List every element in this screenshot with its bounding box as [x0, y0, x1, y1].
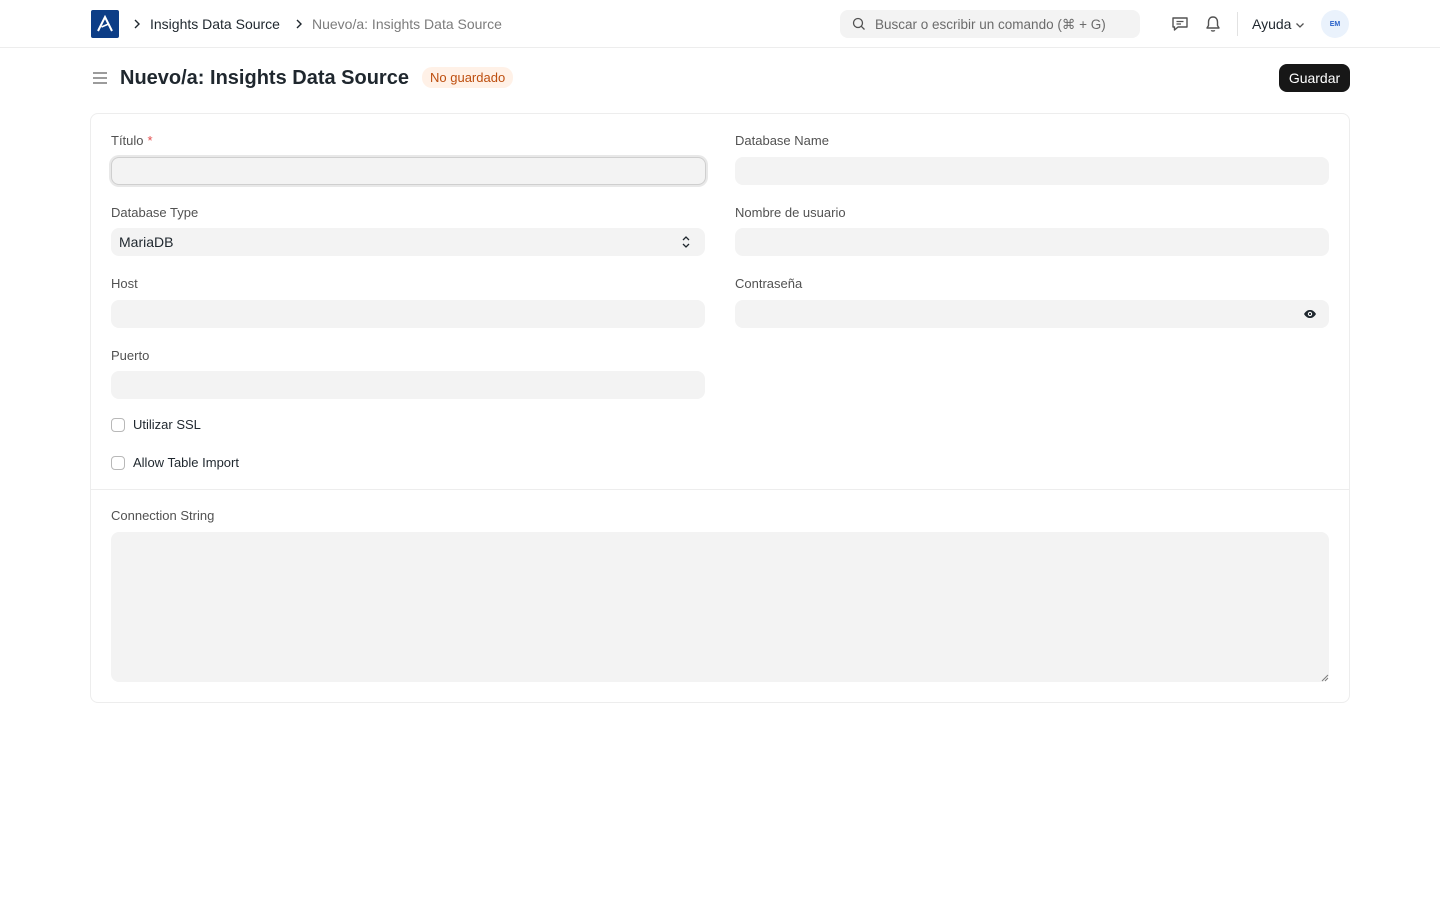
- connection-string-textarea[interactable]: [111, 532, 1329, 682]
- username-input[interactable]: [735, 228, 1329, 256]
- sidebar-toggle-icon[interactable]: [91, 70, 109, 86]
- save-button[interactable]: Guardar: [1279, 64, 1350, 92]
- search-icon: [852, 17, 865, 30]
- section-divider: [91, 489, 1349, 490]
- navbar-divider: [1237, 12, 1238, 36]
- show-password-eye-icon[interactable]: [1303, 307, 1317, 321]
- chevron-down-icon: [1296, 23, 1304, 28]
- logo-icon: [97, 15, 113, 32]
- titulo-input[interactable]: [111, 157, 706, 185]
- database-type-label: Database Type: [111, 205, 199, 220]
- breadcrumb-insights-data-source[interactable]: Insights Data Source: [150, 15, 280, 33]
- host-label: Host: [111, 276, 138, 291]
- puerto-label: Puerto: [111, 348, 150, 363]
- use-ssl-checkbox[interactable]: [111, 418, 125, 432]
- puerto-input[interactable]: [111, 371, 705, 399]
- required-mark: *: [147, 133, 153, 148]
- status-badge: No guardado: [422, 67, 514, 88]
- breadcrumb-current: Nuevo/a: Insights Data Source: [312, 16, 502, 32]
- breadcrumb-chevron-icon: [296, 19, 302, 29]
- resize-handle-icon[interactable]: [1321, 674, 1329, 682]
- select-chevron-icon: [682, 236, 690, 248]
- search-input[interactable]: [875, 10, 1135, 38]
- help-menu[interactable]: Ayuda: [1252, 15, 1291, 33]
- database-name-label: Database Name: [735, 133, 829, 148]
- navbar: Insights Data Source Nuevo/a: Insights D…: [0, 0, 1440, 48]
- avatar[interactable]: EM: [1321, 10, 1349, 38]
- password-input[interactable]: [735, 300, 1329, 328]
- search-bar[interactable]: [840, 10, 1140, 38]
- titulo-label: Título *: [111, 133, 153, 148]
- page-title: Nuevo/a: Insights Data Source: [120, 67, 409, 89]
- notification-bell-icon[interactable]: [1203, 14, 1223, 34]
- password-label: Contraseña: [735, 276, 803, 291]
- use-ssl-label: Utilizar SSL: [133, 417, 201, 432]
- breadcrumb-chevron-icon: [134, 19, 140, 29]
- connection-string-label: Connection String: [111, 508, 215, 523]
- app-logo[interactable]: [91, 10, 119, 38]
- form-card: Título * Database Type MariaDB Host Puert…: [90, 113, 1350, 703]
- use-ssl-row[interactable]: Utilizar SSL: [111, 417, 201, 433]
- chat-icon[interactable]: [1170, 14, 1190, 34]
- allow-table-import-row[interactable]: Allow Table Import: [111, 455, 239, 471]
- allow-table-import-label: Allow Table Import: [133, 455, 239, 470]
- allow-table-import-checkbox[interactable]: [111, 456, 125, 470]
- database-type-value: MariaDB: [119, 234, 174, 250]
- username-label: Nombre de usuario: [735, 205, 846, 220]
- database-type-select[interactable]: MariaDB: [111, 228, 705, 256]
- host-input[interactable]: [111, 300, 705, 328]
- database-name-input[interactable]: [735, 157, 1329, 185]
